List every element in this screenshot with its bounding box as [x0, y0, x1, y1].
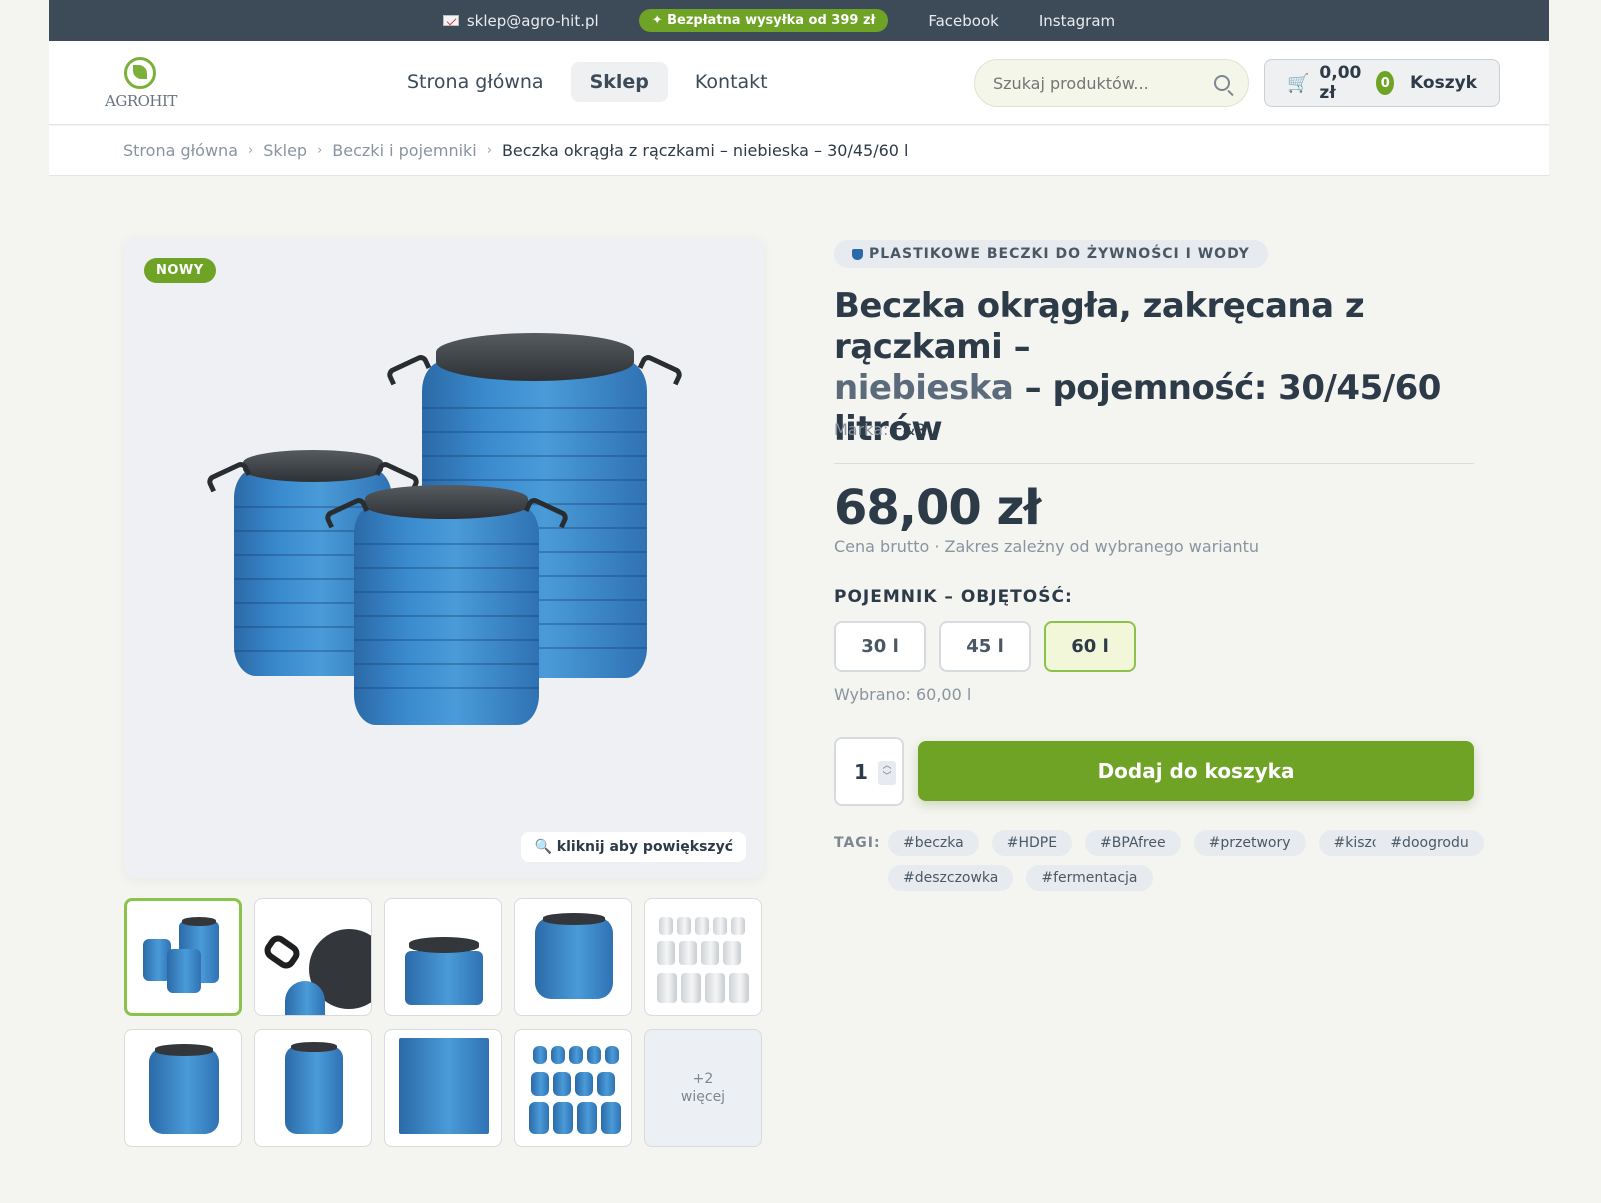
- email-text[interactable]: sklep@agro-hit.pl: [467, 12, 599, 30]
- thumbnail-7[interactable]: [254, 1029, 372, 1147]
- thumbnail-6[interactable]: [124, 1029, 242, 1147]
- tag-item[interactable]: #przetwory: [1193, 830, 1306, 856]
- brand-line: Marka: F&R: [834, 420, 926, 439]
- tags-label: TAGI:: [834, 835, 881, 851]
- title-part-1: Beczka okrągła, zakręcana z rączkami –: [834, 286, 1365, 367]
- tag-item[interactable]: #fermentacja: [1026, 865, 1153, 891]
- leaf-icon: [124, 57, 156, 89]
- category-text: PLASTIKOWE BECZKI DO ŻYWNOŚCI I WODY: [869, 246, 1250, 262]
- nav-contact[interactable]: Kontakt: [676, 62, 787, 102]
- breadcrumb-category[interactable]: Beczki i pojemniki: [332, 141, 476, 160]
- thumbnail-2[interactable]: [254, 898, 372, 1016]
- product-title: Beczka okrągła, zakręcana z rączkami – n…: [834, 286, 1474, 450]
- title-accent: niebieska: [834, 368, 1014, 408]
- brand-name: F&R: [893, 420, 927, 439]
- cart-button[interactable]: 🛒 0,00 zł 0 Koszyk: [1264, 59, 1500, 107]
- tag-item[interactable]: #doogrodu: [1375, 830, 1484, 856]
- thumbnail-4[interactable]: [514, 898, 632, 1016]
- variant-60l[interactable]: 60 l: [1044, 621, 1136, 672]
- nav-home[interactable]: Strona główna: [388, 62, 563, 102]
- breadcrumb-current: Beczka okrągła z rączkami – niebieska – …: [501, 141, 909, 160]
- spinner-arrows-icon[interactable]: ︿ ﹀: [878, 761, 896, 785]
- variant-label: POJEMNIK – OBJĘTOŚĆ:: [834, 587, 1073, 607]
- main-product-image[interactable]: NOWY 🔍 kliknij aby powiększyć: [124, 238, 764, 878]
- tag-list: #beczka #HDPE #BPAfree #przetwory #kiszo…: [888, 830, 1488, 891]
- email-contact[interactable]: sklep@agro-hit.pl: [442, 12, 599, 30]
- instagram-link[interactable]: Instagram: [1039, 12, 1115, 30]
- nav-shop[interactable]: Sklep: [570, 62, 668, 102]
- thumbnail-8[interactable]: [384, 1029, 502, 1147]
- category-pill[interactable]: PLASTIKOWE BECZKI DO ŻYWNOŚCI I WODY: [834, 240, 1268, 268]
- logo[interactable]: AGROHIT: [105, 57, 177, 110]
- divider: [834, 463, 1474, 464]
- cart-label: Koszyk: [1410, 73, 1477, 93]
- brand-label: Marka:: [834, 420, 889, 439]
- breadcrumb-shop[interactable]: Sklep: [263, 141, 307, 160]
- search-box: [974, 59, 1249, 107]
- thumbnail-5[interactable]: [644, 898, 762, 1016]
- price: 68,00 zł: [834, 480, 1041, 536]
- zoom-hint[interactable]: 🔍 kliknij aby powiększyć: [521, 832, 746, 862]
- more-images-button[interactable]: +2 więcej: [644, 1029, 762, 1147]
- top-bar: sklep@agro-hit.pl ✦ Bezpłatna wysyłka od…: [49, 0, 1549, 41]
- quantity-value[interactable]: 1: [854, 760, 868, 784]
- variant-30l[interactable]: 30 l: [834, 621, 926, 672]
- search-input[interactable]: [993, 73, 1214, 93]
- thumbnail-3[interactable]: [384, 898, 502, 1016]
- mail-icon: [442, 15, 459, 26]
- breadcrumb-home[interactable]: Strona główna: [123, 141, 238, 160]
- tag-item[interactable]: #BPAfree: [1085, 830, 1181, 856]
- add-to-cart-button[interactable]: Dodaj do koszyka: [918, 741, 1474, 801]
- facebook-link[interactable]: Facebook: [928, 12, 998, 30]
- breadcrumb-separator-icon: ›: [248, 143, 254, 158]
- thumbnail-1[interactable]: [124, 898, 242, 1016]
- site-header: AGROHIT Strona główna Sklep Kontakt 🛒 0,…: [49, 41, 1549, 125]
- quantity-stepper[interactable]: 1 ︿ ﹀: [834, 737, 904, 806]
- tag-item[interactable]: #beczka: [888, 830, 979, 856]
- search-icon[interactable]: [1214, 75, 1230, 91]
- variant-45l[interactable]: 45 l: [939, 621, 1031, 672]
- cart-total: 0,00 zł: [1319, 63, 1362, 103]
- cart-icon: 🛒: [1287, 72, 1310, 94]
- thumbnail-9[interactable]: [514, 1029, 632, 1147]
- main-nav: Strona główna Sklep Kontakt: [388, 62, 787, 102]
- breadcrumb-separator-icon: ›: [317, 143, 323, 158]
- logo-text: AGROHIT: [105, 92, 177, 110]
- price-note: Cena brutto · Zakres zależny od wybraneg…: [834, 537, 1260, 556]
- breadcrumb: Strona główna › Sklep › Beczki i pojemni…: [49, 126, 1549, 176]
- breadcrumb-separator-icon: ›: [486, 143, 492, 158]
- tag-item[interactable]: #HDPE: [991, 830, 1073, 856]
- new-badge: NOWY: [144, 258, 216, 283]
- more-count: +2: [692, 1071, 714, 1087]
- cart-count-badge: 0: [1376, 71, 1395, 95]
- free-shipping-badge: ✦ Bezpłatna wysyłka od 399 zł: [638, 9, 889, 32]
- thumbnail-gallery: +2 więcej: [124, 898, 764, 1147]
- tag-item[interactable]: #deszczowka: [888, 865, 1014, 891]
- selected-variant-note: Wybrano: 60,00 l: [834, 685, 972, 704]
- cup-icon: [852, 248, 863, 260]
- barrel-small-image: [322, 485, 571, 725]
- variant-selector: 30 l 45 l 60 l: [834, 621, 1136, 672]
- more-label: więcej: [680, 1089, 726, 1105]
